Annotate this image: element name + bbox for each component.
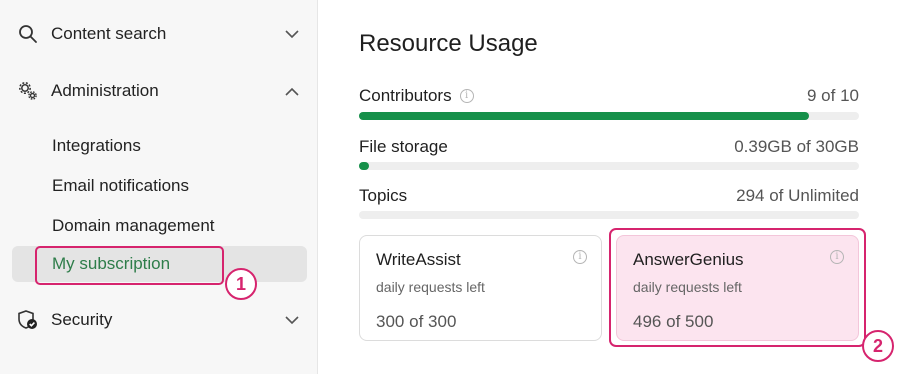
annotation-badge-2: 2: [862, 330, 894, 362]
card-subtitle: daily requests left: [376, 279, 485, 295]
usage-row-contributors: Contributors i 9 of 10: [359, 86, 859, 120]
sidebar-item-integrations[interactable]: Integrations: [12, 128, 307, 164]
nav-content-search[interactable]: Content search: [0, 12, 318, 56]
usage-value: 0.39GB of 30GB: [734, 137, 859, 156]
page-title: Resource Usage: [359, 30, 538, 57]
nav-security-label: Security: [51, 310, 113, 329]
sidebar-item-label: Integrations: [52, 136, 141, 155]
highlight-box-answergenius: [609, 228, 866, 347]
info-icon[interactable]: i: [459, 89, 474, 103]
nav-content-search-label: Content search: [51, 24, 167, 43]
progress-fill: [359, 112, 809, 120]
highlight-box-my-subscription: [35, 246, 224, 285]
sidebar-item-label: Email notifications: [52, 176, 190, 195]
nav-administration-label: Administration: [51, 81, 159, 100]
card-value: 300 of 300: [376, 312, 457, 331]
info-icon[interactable]: i: [573, 250, 587, 264]
sidebar: Content search Administration Integratio…: [0, 0, 318, 374]
usage-value: 9 of 10: [806, 86, 859, 105]
chevron-up-icon[interactable]: [284, 83, 300, 99]
shield-check-icon: [17, 309, 39, 331]
progress-fill: [359, 162, 369, 170]
sidebar-item-email-notifications[interactable]: Email notifications: [12, 168, 307, 204]
progress-track: [359, 112, 859, 120]
chevron-down-icon[interactable]: [284, 312, 300, 328]
nav-administration[interactable]: Administration: [0, 69, 318, 113]
card-title: WriteAssist: [376, 250, 461, 269]
sidebar-item-label: Domain management: [52, 216, 215, 235]
usage-label: Topics: [359, 186, 408, 205]
usage-row-file-storage: File storage 0.39GB of 30GB: [359, 137, 859, 171]
usage-label: File storage: [359, 137, 448, 156]
usage-label: Contributors i: [359, 86, 474, 106]
card-writeassist: WriteAssist i daily requests left 300 of…: [359, 235, 602, 341]
nav-security[interactable]: Security: [0, 298, 318, 342]
chevron-down-icon[interactable]: [284, 26, 300, 42]
annotation-badge-1: 1: [225, 268, 257, 300]
progress-track: [359, 211, 859, 219]
gears-icon: [17, 80, 39, 102]
usage-row-topics: Topics 294 of Unlimited: [359, 186, 859, 220]
progress-track: [359, 162, 859, 170]
search-icon: [17, 23, 39, 45]
usage-value: 294 of Unlimited: [736, 186, 859, 205]
sidebar-item-domain-management[interactable]: Domain management: [12, 208, 307, 244]
